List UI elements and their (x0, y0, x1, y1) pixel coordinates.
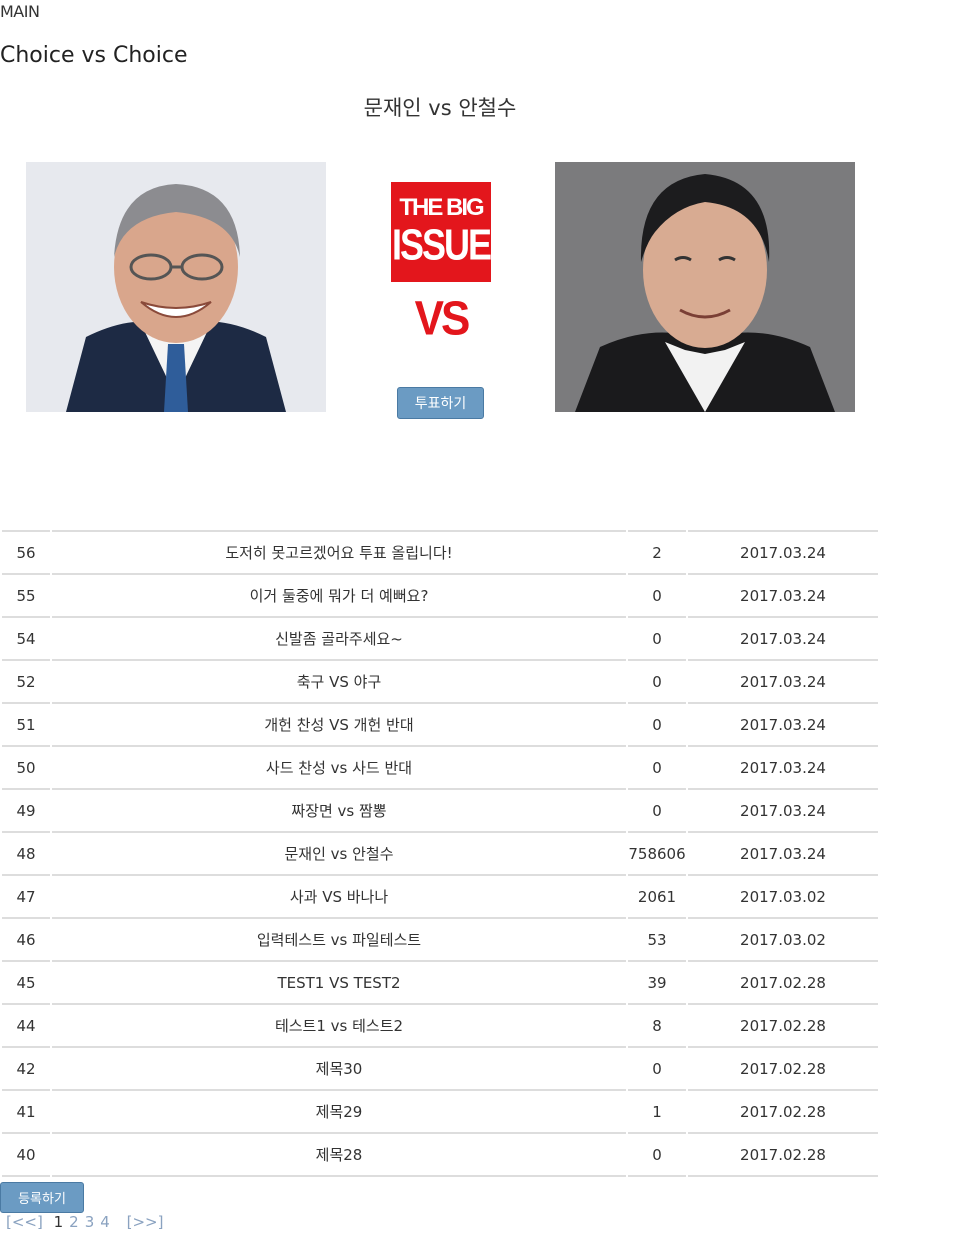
post-number: 47 (2, 874, 50, 917)
post-date: 2017.02.28 (688, 960, 878, 1003)
logo-text-line1: THE BIG (399, 194, 484, 221)
post-number: 44 (2, 1003, 50, 1046)
post-date: 2017.03.24 (688, 530, 878, 573)
post-title[interactable]: TEST1 VS TEST2 (52, 960, 626, 1003)
vs-label: VS (414, 291, 471, 346)
post-title[interactable]: 신발좀 골라주세요~ (52, 616, 626, 659)
post-votes: 0 (628, 1046, 686, 1089)
post-date: 2017.02.28 (688, 1132, 878, 1177)
post-title[interactable]: 테스트1 vs 테스트2 (52, 1003, 626, 1046)
post-row[interactable]: 40 제목28 0 2017.02.28 (2, 1132, 878, 1177)
post-row[interactable]: 42 제목30 0 2017.02.28 (2, 1046, 878, 1089)
post-title[interactable]: 문재인 vs 안철수 (52, 831, 626, 874)
post-votes: 0 (628, 616, 686, 659)
post-votes: 0 (628, 1132, 686, 1177)
main-link[interactable]: MAIN (0, 2, 40, 21)
post-row[interactable]: 56 도저히 못고르겠어요 투표 올립니다! 2 2017.03.24 (2, 530, 878, 573)
post-number: 51 (2, 702, 50, 745)
post-number: 46 (2, 917, 50, 960)
pager-first-link[interactable]: [<<] (6, 1213, 43, 1231)
post-votes: 0 (628, 659, 686, 702)
post-votes: 1 (628, 1089, 686, 1132)
post-date: 2017.03.24 (688, 659, 878, 702)
post-votes: 0 (628, 573, 686, 616)
post-number: 45 (2, 960, 50, 1003)
post-row[interactable]: 44 테스트1 vs 테스트2 8 2017.02.28 (2, 1003, 878, 1046)
post-number: 52 (2, 659, 50, 702)
post-row[interactable]: 46 입력테스트 vs 파일테스트 53 2017.03.02 (2, 917, 878, 960)
post-date: 2017.03.24 (688, 745, 878, 788)
post-title[interactable]: 입력테스트 vs 파일테스트 (52, 917, 626, 960)
post-number: 49 (2, 788, 50, 831)
post-row[interactable]: 47 사과 VS 바나나 2061 2017.03.02 (2, 874, 878, 917)
post-date: 2017.02.28 (688, 1089, 878, 1132)
site-title: Choice vs Choice (0, 43, 188, 68)
post-number: 41 (2, 1089, 50, 1132)
pager-page-link[interactable]: 2 (69, 1213, 79, 1231)
post-votes: 2061 (628, 874, 686, 917)
post-votes: 39 (628, 960, 686, 1003)
post-date: 2017.03.02 (688, 874, 878, 917)
post-row[interactable]: 51 개헌 찬성 VS 개헌 반대 0 2017.03.24 (2, 702, 878, 745)
post-title[interactable]: 제목30 (52, 1046, 626, 1089)
post-number: 55 (2, 573, 50, 616)
post-votes: 8 (628, 1003, 686, 1046)
posts-table: 56 도저히 못고르겠어요 투표 올립니다! 2 2017.03.24 55 이거 둘중에… (0, 530, 880, 1177)
pager-next-link[interactable]: [>>] (127, 1213, 164, 1231)
register-button[interactable]: 등록하기 (0, 1182, 84, 1213)
post-votes: 0 (628, 702, 686, 745)
candidate-left-photo (26, 162, 326, 412)
post-date: 2017.03.02 (688, 917, 878, 960)
candidate-right-photo (555, 162, 855, 412)
post-title[interactable]: 사과 VS 바나나 (52, 874, 626, 917)
post-date: 2017.03.24 (688, 702, 878, 745)
pager-page-link[interactable]: 1 (54, 1213, 64, 1231)
post-date: 2017.02.28 (688, 1046, 878, 1089)
post-title[interactable]: 짜장면 vs 짬뽕 (52, 788, 626, 831)
post-title[interactable]: 축구 VS 야구 (52, 659, 626, 702)
post-title[interactable]: 도저히 못고르겠어요 투표 올립니다! (52, 530, 626, 573)
post-row[interactable]: 55 이거 둘중에 뭐가 더 예뻐요? 0 2017.03.24 (2, 573, 878, 616)
post-votes: 0 (628, 788, 686, 831)
big-issue-logo: THE BIG ISSUE (391, 182, 492, 282)
pagination: [<<] 1234 [>>] (6, 1213, 169, 1231)
post-number: 50 (2, 745, 50, 788)
post-number: 54 (2, 616, 50, 659)
post-votes: 53 (628, 917, 686, 960)
post-number: 42 (2, 1046, 50, 1089)
vote-button[interactable]: 투표하기 (397, 387, 484, 419)
post-votes: 2 (628, 530, 686, 573)
post-row[interactable]: 52 축구 VS 야구 0 2017.03.24 (2, 659, 878, 702)
post-row[interactable]: 54 신발좀 골라주세요~ 0 2017.03.24 (2, 616, 878, 659)
post-title[interactable]: 제목28 (52, 1132, 626, 1177)
post-row[interactable]: 48 문재인 vs 안철수 758606 2017.03.24 (2, 831, 878, 874)
post-date: 2017.03.24 (688, 616, 878, 659)
post-row[interactable]: 50 사드 찬성 vs 사드 반대 0 2017.03.24 (2, 745, 878, 788)
post-date: 2017.03.24 (688, 573, 878, 616)
post-title[interactable]: 개헌 찬성 VS 개헌 반대 (52, 702, 626, 745)
post-title[interactable]: 사드 찬성 vs 사드 반대 (52, 745, 626, 788)
post-votes: 758606 (628, 831, 686, 874)
post-number: 56 (2, 530, 50, 573)
pager-page-link[interactable]: 4 (100, 1213, 110, 1231)
logo-text-line2: ISSUE (391, 219, 492, 269)
post-number: 48 (2, 831, 50, 874)
post-number: 40 (2, 1132, 50, 1177)
post-date: 2017.02.28 (688, 1003, 878, 1046)
post-row[interactable]: 49 짜장면 vs 짬뽕 0 2017.03.24 (2, 788, 878, 831)
pager-page-link[interactable]: 3 (85, 1213, 95, 1231)
post-votes: 0 (628, 745, 686, 788)
post-date: 2017.03.24 (688, 831, 878, 874)
post-row[interactable]: 45 TEST1 VS TEST2 39 2017.02.28 (2, 960, 878, 1003)
post-title[interactable]: 이거 둘중에 뭐가 더 예뻐요? (52, 573, 626, 616)
post-row[interactable]: 41 제목29 1 2017.02.28 (2, 1089, 878, 1132)
post-title[interactable]: 제목29 (52, 1089, 626, 1132)
post-date: 2017.03.24 (688, 788, 878, 831)
matchup-title: 문재인 vs 안철수 (363, 96, 517, 120)
